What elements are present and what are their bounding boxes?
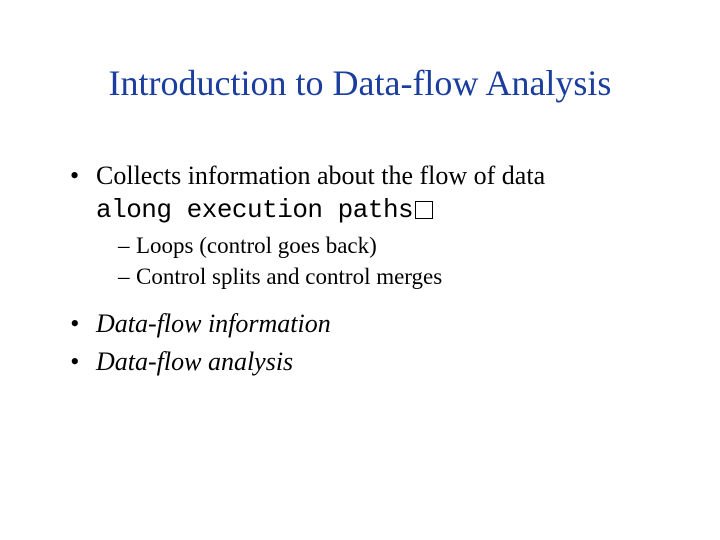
sub-bullet-text: Control splits and control merges bbox=[136, 264, 442, 289]
slide: Introduction to Data-flow Analysis Colle… bbox=[0, 0, 720, 540]
bullet-text: Data-flow information bbox=[96, 309, 331, 338]
bullet-collects: Collects information about the flow of d… bbox=[70, 160, 660, 226]
bullet-dataflow-analysis: Data-flow analysis bbox=[70, 346, 660, 379]
bullet-text: Data-flow analysis bbox=[96, 347, 293, 376]
slide-body: Collects information about the flow of d… bbox=[70, 160, 660, 385]
slide-title: Introduction to Data-flow Analysis bbox=[0, 62, 720, 104]
sub-bullet-text: Loops (control goes back) bbox=[136, 233, 377, 258]
sub-bullet-splits: Control splits and control merges bbox=[118, 263, 660, 292]
bullet-dataflow-info: Data-flow information bbox=[70, 308, 660, 341]
bullet-text-line1: Collects information about the flow of d… bbox=[96, 161, 545, 190]
placeholder-box-icon bbox=[415, 201, 433, 219]
sub-bullet-loops: Loops (control goes back) bbox=[118, 232, 660, 261]
bullet-text-line2-mono: along execution paths bbox=[96, 195, 413, 225]
sub-bullet-list: Loops (control goes back) Control splits… bbox=[70, 232, 660, 292]
